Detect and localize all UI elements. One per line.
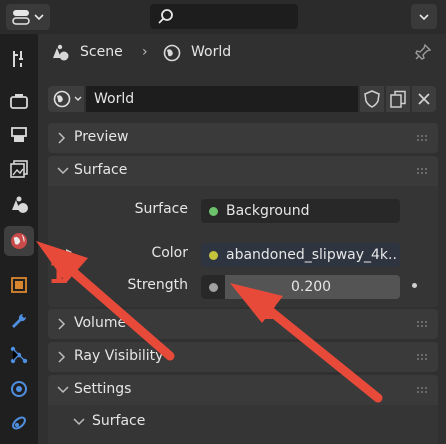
annotation-overlay [36, 241, 383, 403]
annotation-label-1: 1 [48, 256, 69, 291]
annotation-label-2: 2 [258, 292, 279, 327]
annotation-arrow-2 [230, 283, 383, 403]
